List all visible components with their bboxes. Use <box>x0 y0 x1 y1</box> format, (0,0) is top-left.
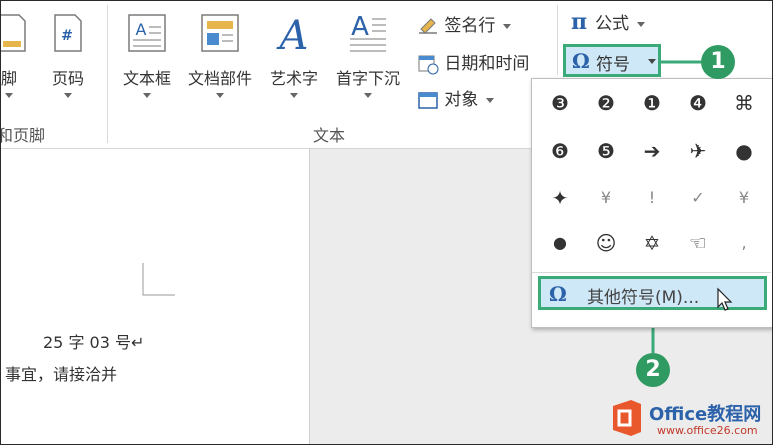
symbol-cell[interactable]: ⌘ <box>724 83 764 123</box>
group-separator <box>107 5 108 143</box>
symbol-cell[interactable]: ❸ <box>540 83 580 123</box>
symbol-cell[interactable]: ! <box>632 178 672 218</box>
hash-glyph: # <box>61 28 73 44</box>
date-time-label: 日期和时间 <box>444 54 530 74</box>
signature-line-button[interactable]: 签名行 <box>417 11 512 37</box>
document-page[interactable]: 25 字 03 号↵ 事宜，请接洽并 <box>1 149 310 444</box>
symbol-cell[interactable]: ❹ <box>678 83 718 123</box>
document-line-1: 25 字 03 号↵ <box>43 333 145 352</box>
calendar-clock-icon <box>418 55 439 75</box>
footer-label: 脚 <box>0 69 17 88</box>
watermark-url: www.office26.com <box>657 424 758 437</box>
document-line-2: 事宜，请接洽并 <box>5 365 118 384</box>
symbol-cell[interactable]: ¥ <box>586 178 626 218</box>
drop-cap-button[interactable]: A 首字下沉 <box>329 12 407 103</box>
word-window: 脚 # 页码 和页脚 A 文本框 文档部件 A 艺术字 A 首字下沉 签名行 日… <box>0 0 773 445</box>
symbol-cell[interactable]: ✈ <box>678 131 718 171</box>
margin-corner-mark <box>142 263 175 296</box>
symbol-cell[interactable]: ☜ <box>678 223 718 263</box>
symbol-cell[interactable]: ➔ <box>632 131 672 171</box>
drop-cap-label: 首字下沉 <box>335 69 400 88</box>
omega-icon: Ω <box>549 282 567 306</box>
symbol-cell[interactable]: ● <box>540 223 580 263</box>
callout-step-1: 1 <box>701 45 735 79</box>
omega-icon: Ω <box>572 49 590 73</box>
textbox-glyph: A <box>136 20 147 39</box>
drop-cap-icon: A <box>350 12 386 52</box>
symbol-cell[interactable]: ❷ <box>586 83 626 123</box>
chevron-down-icon <box>637 21 646 27</box>
equation-label: 公式 <box>595 14 630 34</box>
page-number-icon: # <box>54 14 82 52</box>
symbol-cell[interactable]: ¥ <box>724 178 764 218</box>
chevron-down-icon <box>290 93 298 98</box>
page-number-label: 页码 <box>51 69 84 88</box>
group-separator <box>557 5 558 75</box>
drop-cap-glyph: A <box>351 12 369 42</box>
header-footer-group-label: 和页脚 <box>0 126 46 145</box>
more-symbols-label: 其他符号(M)... <box>587 288 700 308</box>
symbol-cell[interactable]: , <box>724 223 764 263</box>
symbol-cell[interactable]: ✡ <box>632 223 672 263</box>
chevron-down-icon <box>648 59 656 64</box>
wordart-button[interactable]: A 艺术字 <box>263 13 325 103</box>
textbox-label: 文本框 <box>122 69 171 88</box>
object-label: 对象 <box>444 90 479 110</box>
footer-button[interactable]: 脚 <box>0 13 27 103</box>
symbol-cell[interactable]: ✦ <box>540 178 580 218</box>
symbol-cell[interactable]: ❺ <box>586 131 626 171</box>
watermark-brand: Office教程网 <box>649 404 762 425</box>
textbox-button[interactable]: A 文本框 <box>117 13 177 103</box>
textbox-icon: A <box>128 14 166 52</box>
symbol-cell[interactable]: ❻ <box>540 131 580 171</box>
equation-button[interactable]: π 公式 <box>571 9 646 35</box>
chevron-down-icon <box>486 97 495 103</box>
mouse-cursor-icon <box>717 287 733 311</box>
watermark: Office教程网 www.office26.com <box>607 394 772 444</box>
signature-line-icon <box>419 18 437 34</box>
callout-step-2: 2 <box>636 353 670 387</box>
wordart-icon: A <box>276 13 309 55</box>
chevron-down-icon <box>5 93 13 98</box>
footer-icon <box>1 14 26 52</box>
pi-icon: π <box>571 9 588 35</box>
symbol-label: 符号 <box>596 55 630 75</box>
chevron-down-icon <box>64 93 72 98</box>
more-symbols-item[interactable]: Ω 其他符号(M)... <box>538 276 767 311</box>
object-button[interactable]: 对象 <box>417 85 495 111</box>
quick-parts-icon <box>201 14 239 52</box>
symbol-cell[interactable]: ● <box>724 131 764 171</box>
chevron-down-icon <box>503 23 512 29</box>
wordart-label: 艺术字 <box>269 69 318 88</box>
signature-line-label: 签名行 <box>444 16 496 36</box>
chevron-down-icon <box>364 93 372 98</box>
quick-parts-label: 文档部件 <box>187 69 252 88</box>
symbol-button[interactable]: Ω 符号 <box>563 44 661 77</box>
date-time-button[interactable]: 日期和时间 <box>417 49 529 75</box>
page-number-button[interactable]: # 页码 <box>45 13 91 103</box>
symbol-cell[interactable]: ☺ <box>586 223 626 263</box>
symbol-cell[interactable]: ❶ <box>632 83 672 123</box>
dropdown-divider <box>532 272 771 273</box>
wordart-glyph: A <box>276 13 309 55</box>
quick-parts-button[interactable]: 文档部件 <box>181 13 259 103</box>
office-logo-icon <box>613 400 641 436</box>
object-icon <box>418 92 438 109</box>
symbol-gallery-dropdown: ❸ ❷ ❶ ❹ ⌘ ❻ ❺ ➔ ✈ ● ✦ ¥ ! ✓ ¥ ● ☺ ✡ ☜ , … <box>531 78 772 328</box>
text-group-label: 文本 <box>313 126 346 145</box>
chevron-down-icon <box>143 93 151 98</box>
symbol-cell[interactable]: ✓ <box>678 178 718 218</box>
chevron-down-icon <box>216 93 224 98</box>
